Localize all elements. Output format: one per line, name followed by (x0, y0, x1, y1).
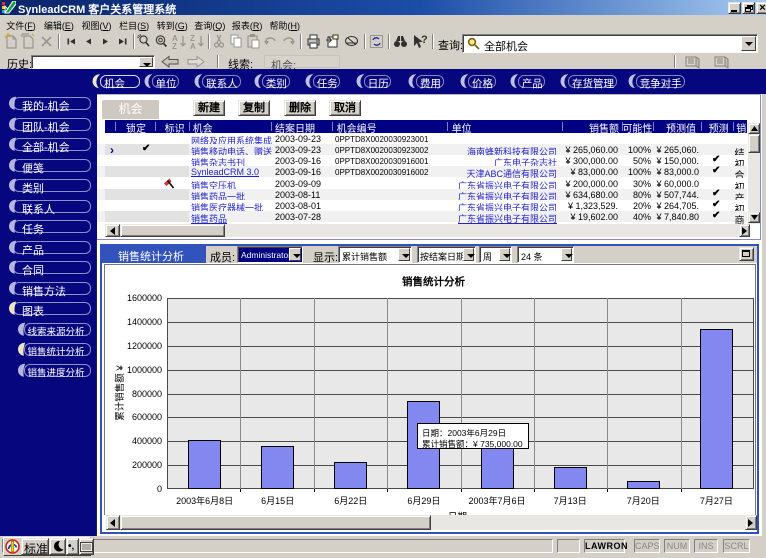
svg-text:A: A (190, 42, 196, 50)
svg-text:Z: Z (172, 42, 177, 50)
svg-text:?: ? (421, 34, 428, 46)
